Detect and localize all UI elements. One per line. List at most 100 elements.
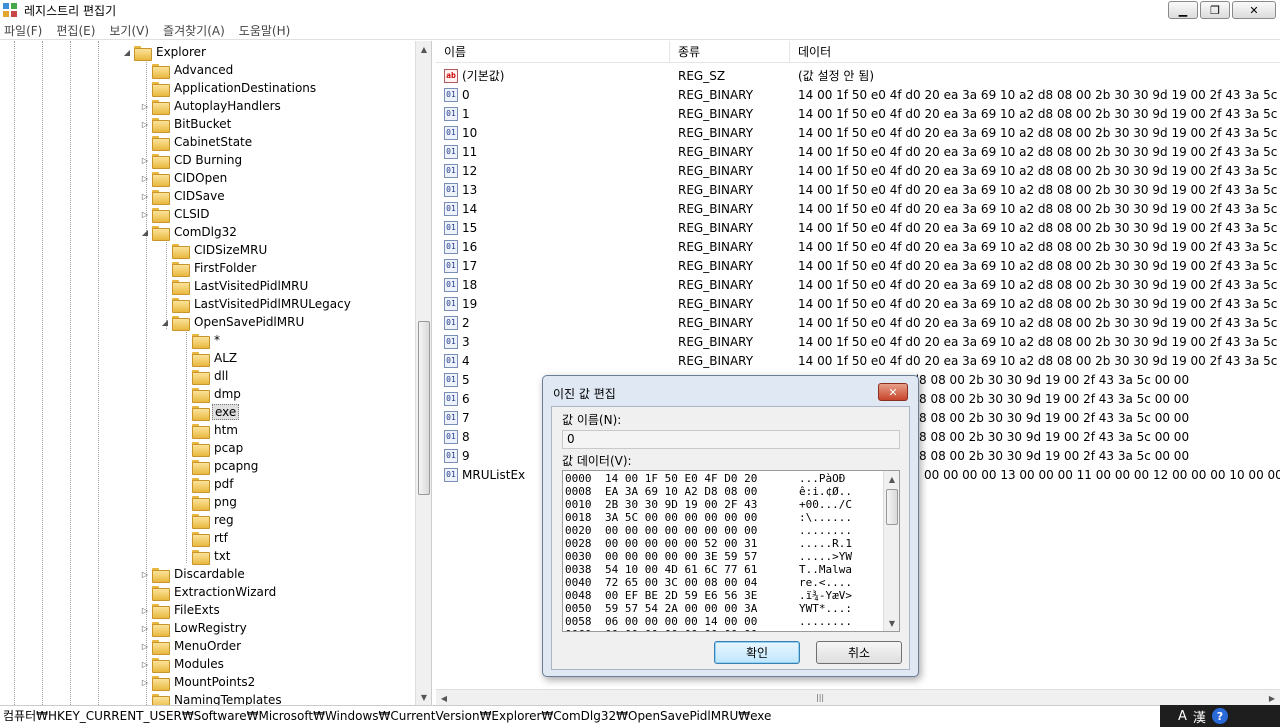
value-row[interactable]: 01 14 REG_BINARY 14 00 1f 50 e0 4f d0 20 ea… xyxy=(436,199,1280,218)
value-row[interactable]: 01 12 REG_BINARY 14 00 1f 50 e0 4f d0 20 ea… xyxy=(436,161,1280,180)
value-row[interactable]: 01 3 REG_BINARY 14 00 1f 50 e0 4f d0 20 ea … xyxy=(436,332,1280,351)
value-row[interactable]: 01 17 REG_BINARY 14 00 1f 50 e0 4f d0 20 ea… xyxy=(436,256,1280,275)
scroll-right-arrow-icon[interactable]: ▶ xyxy=(1264,690,1280,705)
value-row[interactable]: 01 1 REG_BINARY 14 00 1f 50 e0 4f d0 20 ea … xyxy=(436,104,1280,123)
close-button[interactable]: ✕ xyxy=(1232,1,1276,19)
value-row[interactable]: 01 11 REG_BINARY 14 00 1f 50 e0 4f d0 20 ea… xyxy=(436,142,1280,161)
value-type: REG_BINARY xyxy=(678,125,754,140)
value-row[interactable]: 01 19 REG_BINARY 14 00 1f 50 e0 4f d0 20 ea… xyxy=(436,294,1280,313)
column-header-type[interactable]: 종류 xyxy=(670,41,790,63)
value-row[interactable]: 01 2 REG_BINARY 14 00 1f 50 e0 4f d0 20 ea … xyxy=(436,313,1280,332)
tree-node[interactable]: pcap xyxy=(180,439,245,457)
hex-editor[interactable]: 0000 14 00 1F 50 E0 4F D0 20 ...PàOÐ 0008 E… xyxy=(562,470,900,632)
tree-node[interactable]: ▷ CIDSave xyxy=(140,187,227,205)
tree-node[interactable]: htm xyxy=(180,421,240,439)
tree-node[interactable]: ApplicationDestinations xyxy=(140,79,318,97)
tree-node[interactable]: pcapng xyxy=(180,457,260,475)
tree-vertical-scrollbar[interactable]: ▲ ▼ xyxy=(415,41,431,705)
collapsed-arrow-icon[interactable]: ▷ xyxy=(140,102,150,111)
collapsed-arrow-icon[interactable]: ▷ xyxy=(140,120,150,129)
list-horizontal-scrollbar[interactable]: ◀ ||| ▶ xyxy=(436,689,1280,705)
dialog-close-button[interactable]: ✕ xyxy=(878,383,908,401)
restore-button[interactable]: ❐ xyxy=(1200,1,1230,19)
hex-bytes: 00 00 00 00 00 52 00 31 xyxy=(605,537,758,550)
tree-node[interactable]: ▷ CLSID xyxy=(140,205,211,223)
tree-node[interactable]: ▷ MountPoints2 xyxy=(140,673,257,691)
collapsed-arrow-icon[interactable]: ▷ xyxy=(140,678,150,687)
expanded-arrow-icon[interactable]: ◢ xyxy=(160,318,170,327)
collapsed-arrow-icon[interactable]: ▷ xyxy=(140,174,150,183)
tree-node[interactable]: ◢ ComDlg32 xyxy=(140,223,239,241)
menu-favorites[interactable]: 즐겨찾기(A) xyxy=(163,22,225,39)
tree-node[interactable]: CIDSizeMRU xyxy=(160,241,269,259)
ime-help-icon[interactable]: ? xyxy=(1211,708,1228,724)
menu-file[interactable]: 파일(F) xyxy=(4,22,42,39)
tree-node[interactable]: ▷ CIDOpen xyxy=(140,169,229,187)
menu-edit[interactable]: 편집(E) xyxy=(56,22,95,39)
hex-scroll-thumb[interactable] xyxy=(886,489,898,525)
collapsed-arrow-icon[interactable]: ▷ xyxy=(140,660,150,669)
collapsed-arrow-icon[interactable]: ▷ xyxy=(140,192,150,201)
tree-node[interactable]: exe xyxy=(180,403,240,421)
tree-node[interactable]: FirstFolder xyxy=(160,259,258,277)
tree-node[interactable]: ▷ Modules xyxy=(140,655,226,673)
value-row[interactable]: ab (기본값) REG_SZ (값 설정 안 됨) xyxy=(436,66,1280,85)
tree-node[interactable]: ◢ Explorer xyxy=(122,43,208,61)
minimize-button[interactable]: ▁ xyxy=(1168,1,1198,19)
tree-node[interactable]: png xyxy=(180,493,239,511)
tree-node[interactable]: ▷ FileExts xyxy=(140,601,222,619)
value-row[interactable]: 01 18 REG_BINARY 14 00 1f 50 e0 4f d0 20 ea… xyxy=(436,275,1280,294)
scroll-down-arrow-icon[interactable]: ▼ xyxy=(884,615,899,631)
hex-vertical-scrollbar[interactable]: ▲ ▼ xyxy=(883,471,899,631)
scroll-up-arrow-icon[interactable]: ▲ xyxy=(416,41,431,57)
menu-help[interactable]: 도움말(H) xyxy=(239,22,291,39)
tree-node[interactable]: dmp xyxy=(180,385,243,403)
tree-node[interactable]: txt xyxy=(180,547,233,565)
collapsed-arrow-icon[interactable]: ▷ xyxy=(140,606,150,615)
collapsed-arrow-icon[interactable]: ▷ xyxy=(140,570,150,579)
scroll-down-arrow-icon[interactable]: ▼ xyxy=(416,689,431,705)
tree-node[interactable]: ▷ AutoplayHandlers xyxy=(140,97,283,115)
tree-node[interactable]: ▷ LowRegistry xyxy=(140,619,249,637)
tree-node[interactable]: ▷ CD Burning xyxy=(140,151,244,169)
collapsed-arrow-icon[interactable]: ▷ xyxy=(140,156,150,165)
tree-node[interactable]: ◢ OpenSavePidlMRU xyxy=(160,313,306,331)
column-header-name[interactable]: 이름 xyxy=(436,41,670,63)
expanded-arrow-icon[interactable]: ◢ xyxy=(122,48,132,57)
ok-button[interactable]: 확인 xyxy=(714,641,800,664)
collapsed-arrow-icon[interactable]: ▷ xyxy=(140,624,150,633)
value-row[interactable]: 01 13 REG_BINARY 14 00 1f 50 e0 4f d0 20 ea… xyxy=(436,180,1280,199)
tree-node[interactable]: dll xyxy=(180,367,230,385)
tree-node[interactable]: NamingTemplates xyxy=(140,691,284,705)
collapsed-arrow-icon[interactable]: ▷ xyxy=(140,642,150,651)
scroll-up-arrow-icon[interactable]: ▲ xyxy=(884,471,899,487)
expanded-arrow-icon[interactable]: ◢ xyxy=(140,228,150,237)
value-row[interactable]: 01 16 REG_BINARY 14 00 1f 50 e0 4f d0 20 ea… xyxy=(436,237,1280,256)
tree-node[interactable]: ExtractionWizard xyxy=(140,583,278,601)
tree-node[interactable]: ▷ BitBucket xyxy=(140,115,233,133)
ime-mode-indicator[interactable]: A xyxy=(1178,709,1187,724)
value-row[interactable]: 01 15 REG_BINARY 14 00 1f 50 e0 4f d0 20 ea… xyxy=(436,218,1280,237)
column-header-data[interactable]: 데이터 xyxy=(790,41,1280,63)
value-row[interactable]: 01 0 REG_BINARY 14 00 1f 50 e0 4f d0 20 ea … xyxy=(436,85,1280,104)
tree-node[interactable]: reg xyxy=(180,511,236,529)
value-row[interactable]: 01 4 REG_BINARY 14 00 1f 50 e0 4f d0 20 ea … xyxy=(436,351,1280,370)
collapsed-arrow-icon[interactable]: ▷ xyxy=(140,210,150,219)
tree-node[interactable]: ALZ xyxy=(180,349,239,367)
tree-node[interactable]: LastVisitedPidlMRU xyxy=(160,277,310,295)
tree-node[interactable]: ▷ Discardable xyxy=(140,565,247,583)
tree-node[interactable]: LastVisitedPidlMRULegacy xyxy=(160,295,353,313)
tree-node[interactable]: CabinetState xyxy=(140,133,254,151)
scroll-left-arrow-icon[interactable]: ◀ xyxy=(436,690,452,705)
tree-node[interactable]: rtf xyxy=(180,529,230,547)
tree-node[interactable]: * xyxy=(180,331,222,349)
tree-node[interactable]: pdf xyxy=(180,475,235,493)
ime-hanja-button[interactable]: 漢 xyxy=(1193,707,1206,726)
value-row[interactable]: 01 10 REG_BINARY 14 00 1f 50 e0 4f d0 20 ea… xyxy=(436,123,1280,142)
cancel-button[interactable]: 취소 xyxy=(816,641,902,664)
close-icon: ✕ xyxy=(888,385,898,399)
tree-node[interactable]: ▷ MenuOrder xyxy=(140,637,243,655)
tree-scroll-thumb[interactable] xyxy=(418,321,430,495)
tree-node[interactable]: Advanced xyxy=(140,61,235,79)
menu-view[interactable]: 보기(V) xyxy=(109,22,149,39)
